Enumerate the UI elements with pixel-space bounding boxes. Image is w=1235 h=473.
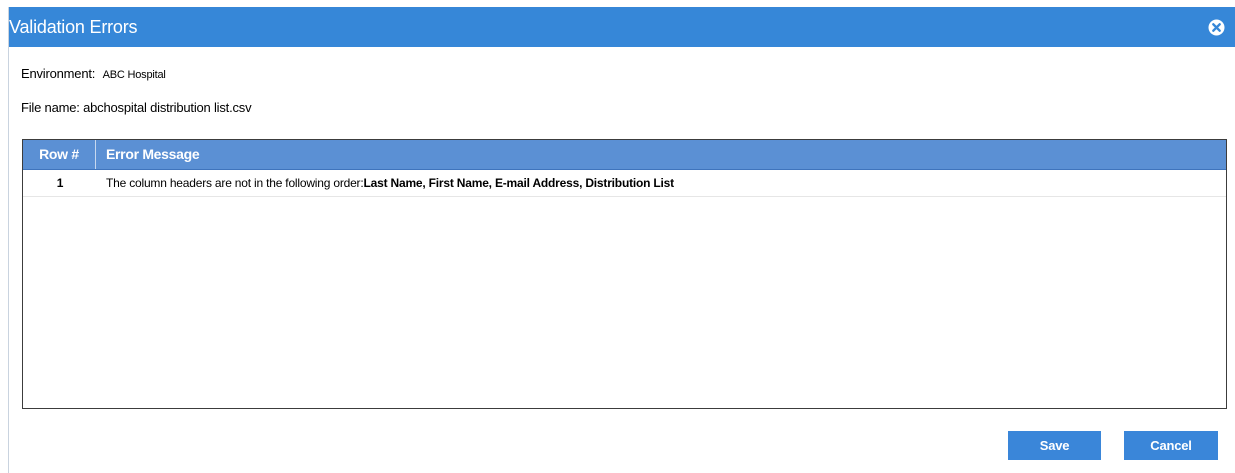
close-icon[interactable] xyxy=(1208,19,1225,36)
errors-table-header: Row # Error Message xyxy=(23,140,1226,170)
save-button[interactable]: Save xyxy=(1008,431,1101,460)
file-name-value: abchospital distribution list.csv xyxy=(83,100,252,115)
column-header-row-number[interactable]: Row # xyxy=(23,140,96,169)
dialog-title: Validation Errors xyxy=(9,17,138,37)
cancel-button[interactable]: Cancel xyxy=(1124,431,1218,460)
validation-errors-dialog: Validation Errors Environment: ABC Hospi… xyxy=(8,7,1235,473)
error-message-column-order: Last Name, First Name, E-mail Address, D… xyxy=(363,176,675,190)
file-name-label: File name: xyxy=(21,100,80,115)
environment-line: Environment: ABC Hospital xyxy=(21,66,166,83)
environment-value: ABC Hospital xyxy=(102,69,166,81)
errors-table: Row # Error Message 1 The column headers… xyxy=(22,139,1227,409)
error-message-text: The column headers are not in the follow… xyxy=(106,176,364,190)
file-name-line: File name: abchospital distribution list… xyxy=(21,100,252,116)
row-number-cell: 1 xyxy=(56,176,64,190)
environment-label: Environment: xyxy=(21,66,96,81)
column-header-error-message[interactable]: Error Message xyxy=(97,140,1197,169)
dialog-titlebar: Validation Errors xyxy=(9,7,1235,47)
error-message-cell: The column headers are not in the follow… xyxy=(106,170,674,196)
table-row[interactable]: 1 The column headers are not in the foll… xyxy=(23,170,1226,197)
